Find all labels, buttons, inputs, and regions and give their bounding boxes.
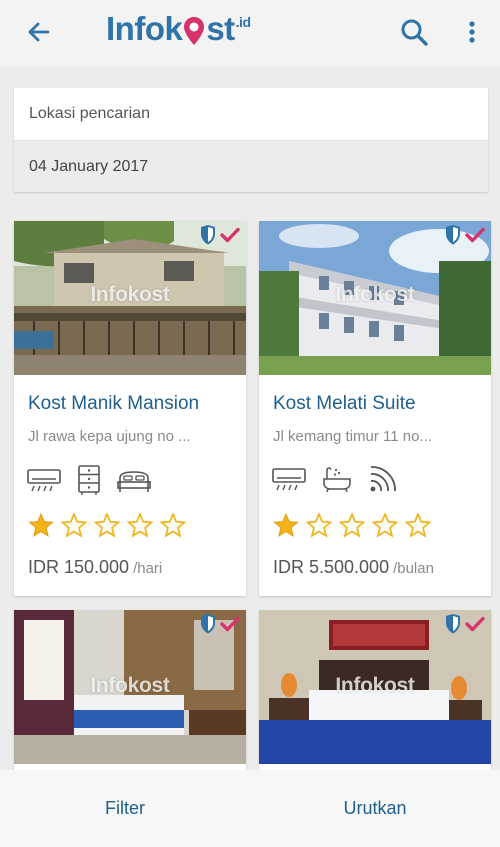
star-empty-icon: [127, 513, 153, 538]
sort-button[interactable]: Urutkan: [250, 770, 500, 847]
filter-button[interactable]: Filter: [0, 770, 250, 847]
check-icon: [220, 616, 240, 632]
date-picker-field[interactable]: 04 January 2017: [14, 140, 488, 192]
infokost-logo: Infok st .id: [106, 10, 251, 52]
star-empty-icon: [61, 513, 87, 538]
app-bar: Infok st .id: [0, 0, 500, 66]
verified-shield-icon: [446, 614, 460, 634]
listing-price: IDR 150.000/hari: [28, 557, 162, 578]
star-empty-icon: [405, 513, 431, 538]
logo-text: Infok: [106, 10, 183, 47]
listing-card[interactable]: Infokost: [14, 610, 246, 770]
listing-address: Jl kemang timur 11 no...: [273, 428, 432, 445]
listing-card[interactable]: Infokost Kost Melati Suite Jl kemang tim…: [259, 221, 491, 596]
listing-photo: Infokost: [14, 610, 246, 764]
photo-watermark: Infokost: [335, 283, 415, 306]
price-unit: /hari: [133, 560, 163, 577]
wifi-icon: [370, 466, 396, 492]
star-filled-icon: [273, 513, 299, 537]
verified-shield-icon: [201, 614, 215, 634]
check-icon: [465, 227, 485, 243]
more-options-button[interactable]: [460, 14, 484, 50]
photo-watermark: Infokost: [90, 674, 170, 697]
photo-watermark: Infokost: [335, 674, 415, 697]
logo-tld: .id: [235, 14, 251, 30]
listing-name: Kost Manik Mansion: [28, 393, 200, 414]
map-pin-icon: [183, 16, 205, 46]
price-value: IDR 150.000: [28, 557, 130, 577]
star-rating: [28, 513, 186, 538]
star-empty-icon: [306, 513, 332, 538]
price-value: IDR 5.500.000: [273, 557, 390, 577]
location-search-input[interactable]: Lokasi pencarian: [14, 88, 488, 140]
verified-shield-icon: [446, 225, 460, 245]
listing-name: Kost Melati Suite: [273, 393, 416, 414]
check-icon: [465, 616, 485, 632]
listing-card[interactable]: Infokost Kost Manik Mansion Jl rawa kepa…: [14, 221, 246, 596]
check-icon: [220, 227, 240, 243]
bed-icon: [117, 471, 151, 492]
facility-icons: [271, 464, 397, 494]
listing-photo: Infokost: [259, 610, 491, 764]
star-empty-icon: [339, 513, 365, 538]
star-empty-icon: [372, 513, 398, 538]
bathtub-icon: [323, 467, 351, 493]
ac-icon: [272, 468, 306, 491]
search-panel: Lokasi pencarian 04 January 2017: [14, 88, 488, 192]
price-unit: /bulan: [393, 560, 434, 577]
listing-photo: Infokost: [14, 221, 246, 375]
star-empty-icon: [94, 513, 120, 538]
listing-photo: Infokost: [259, 221, 491, 375]
photo-watermark: Infokost: [90, 283, 170, 306]
star-rating: [273, 513, 431, 538]
arrow-left-icon: [28, 22, 50, 42]
listing-address: Jl rawa kepa ujung no ...: [28, 428, 191, 445]
star-filled-icon: [28, 513, 54, 537]
logo-text-end: st: [206, 10, 235, 47]
listing-price: IDR 5.500.000/bulan: [273, 557, 434, 578]
search-icon: [401, 19, 428, 46]
star-empty-icon: [160, 513, 186, 538]
facility-icons: [26, 464, 152, 496]
wardrobe-icon: [78, 465, 100, 495]
verified-shield-icon: [201, 225, 215, 245]
listing-card[interactable]: Infokost: [259, 610, 491, 770]
bottom-action-bar: Filter Urutkan: [0, 770, 500, 847]
search-button[interactable]: [396, 14, 432, 50]
ac-icon: [27, 469, 61, 492]
more-vert-icon: [469, 21, 475, 43]
back-button[interactable]: [22, 15, 56, 49]
